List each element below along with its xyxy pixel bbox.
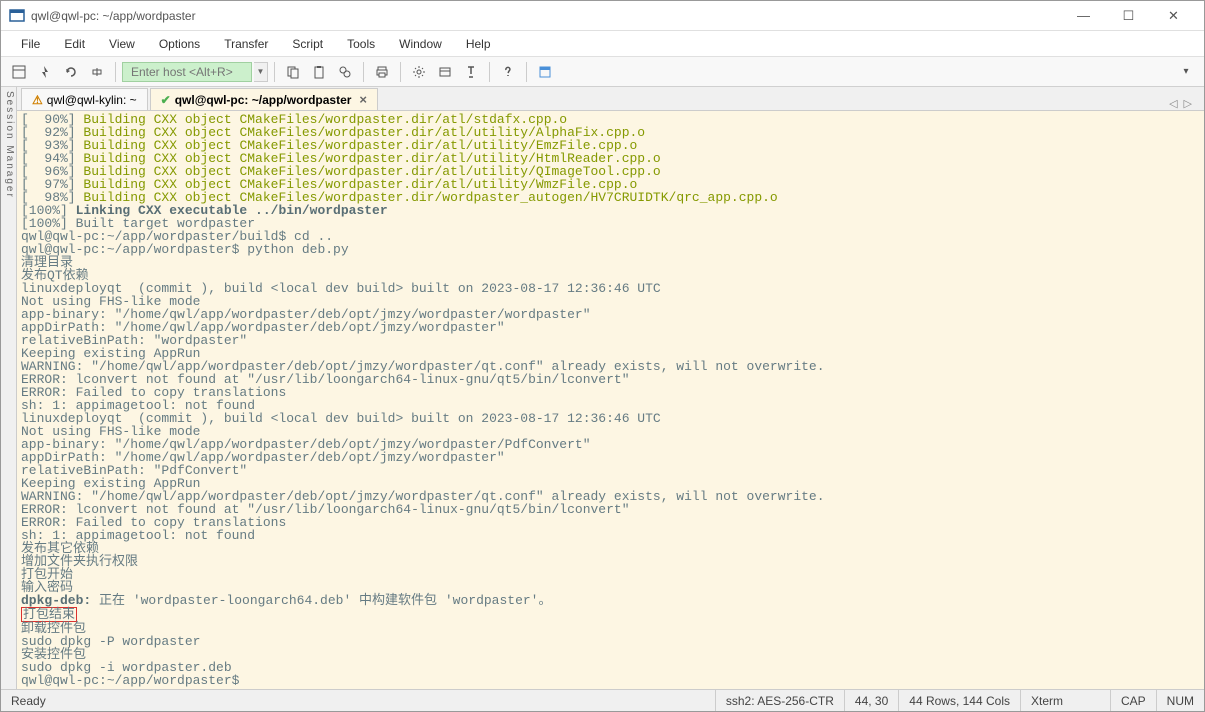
window-title: qwl@qwl-pc: ~/app/wordpaster — [31, 9, 1061, 23]
command-window-icon[interactable] — [533, 60, 557, 84]
minimize-button[interactable]: — — [1061, 2, 1106, 30]
tab-next-icon[interactable]: ▷ — [1184, 97, 1192, 110]
warning-icon: ⚠ — [32, 93, 43, 107]
copy-icon[interactable] — [281, 60, 305, 84]
disconnect-icon[interactable] — [85, 60, 109, 84]
script-icon[interactable] — [459, 60, 483, 84]
statusbar: Ready ssh2: AES-256-CTR 44, 30 44 Rows, … — [1, 689, 1204, 711]
menu-tools[interactable]: Tools — [337, 34, 385, 54]
toolbar-overflow[interactable]: ▾ — [1174, 60, 1198, 84]
status-capslock: CAP — [1111, 690, 1157, 711]
terminal-output[interactable]: [ 90%] Building CXX object CMakeFiles/wo… — [17, 111, 1204, 689]
close-button[interactable]: ✕ — [1151, 2, 1196, 30]
status-size: 44 Rows, 144 Cols — [899, 690, 1021, 711]
print-icon[interactable] — [370, 60, 394, 84]
status-ready: Ready — [1, 690, 716, 711]
host-dropdown[interactable]: ▼ — [254, 62, 268, 82]
maximize-button[interactable]: ☐ — [1106, 2, 1151, 30]
paste-icon[interactable] — [307, 60, 331, 84]
find-icon[interactable] — [333, 60, 357, 84]
tab-label: qwl@qwl-kylin: ~ — [47, 93, 137, 107]
sessions-icon[interactable] — [433, 60, 457, 84]
session-mgr-icon[interactable] — [7, 60, 31, 84]
menu-transfer[interactable]: Transfer — [214, 34, 278, 54]
titlebar: qwl@qwl-pc: ~/app/wordpaster — ☐ ✕ — [1, 1, 1204, 31]
host-input[interactable] — [122, 62, 252, 82]
menu-edit[interactable]: Edit — [54, 34, 95, 54]
status-termtype: Xterm — [1021, 690, 1111, 711]
check-icon: ✔ — [161, 93, 171, 107]
menu-window[interactable]: Window — [389, 34, 452, 54]
status-position: 44, 30 — [845, 690, 899, 711]
menu-file[interactable]: File — [11, 34, 50, 54]
tabbar: ⚠ qwl@qwl-kylin: ~ ✔ qwl@qwl-pc: ~/app/w… — [17, 87, 1204, 111]
tab-label: qwl@qwl-pc: ~/app/wordpaster — [175, 93, 352, 107]
tab-wordpaster[interactable]: ✔ qwl@qwl-pc: ~/app/wordpaster × — [150, 88, 378, 110]
settings-icon[interactable] — [407, 60, 431, 84]
session-manager-panel[interactable]: Session Manager — [1, 87, 17, 689]
tab-kylin[interactable]: ⚠ qwl@qwl-kylin: ~ — [21, 88, 148, 110]
toolbar: ▼ ▾ — [1, 57, 1204, 87]
tab-close-icon[interactable]: × — [359, 92, 367, 107]
reconnect-icon[interactable] — [59, 60, 83, 84]
app-icon — [9, 8, 25, 24]
status-connection: ssh2: AES-256-CTR — [716, 690, 845, 711]
menu-script[interactable]: Script — [282, 34, 333, 54]
menu-help[interactable]: Help — [456, 34, 501, 54]
quick-connect-icon[interactable] — [33, 60, 57, 84]
menubar: File Edit View Options Transfer Script T… — [1, 31, 1204, 57]
menu-view[interactable]: View — [99, 34, 145, 54]
status-numlock: NUM — [1157, 690, 1204, 711]
menu-options[interactable]: Options — [149, 34, 210, 54]
help-icon[interactable] — [496, 60, 520, 84]
tab-prev-icon[interactable]: ◁ — [1169, 97, 1177, 110]
